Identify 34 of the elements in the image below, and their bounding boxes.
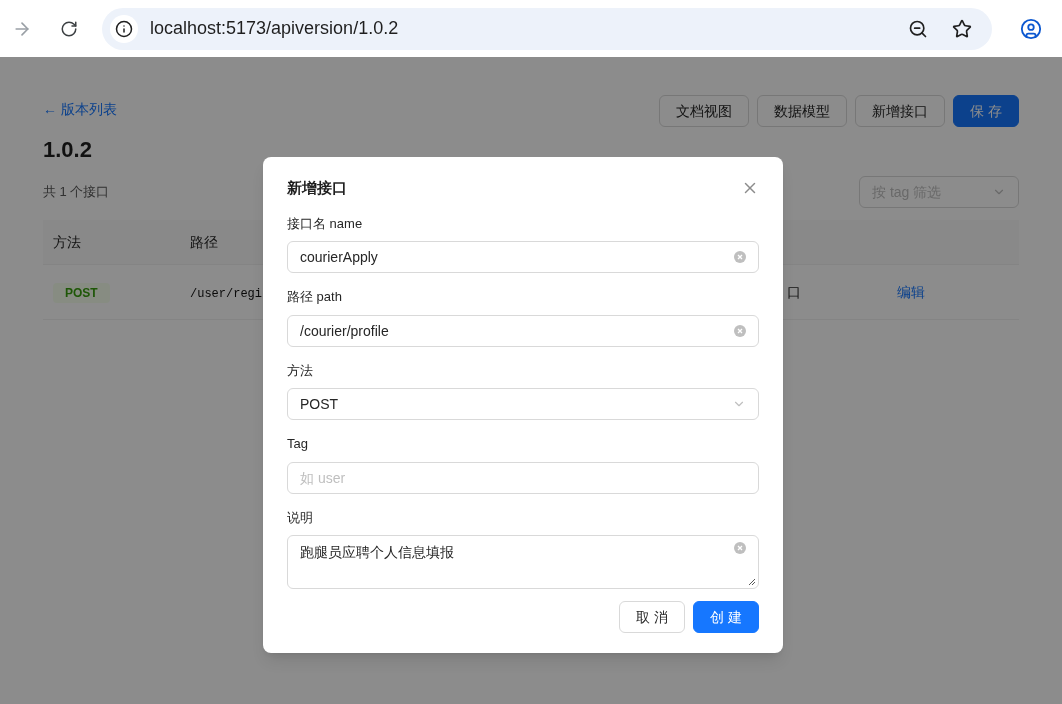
field-label: 方法 [287, 361, 314, 380]
action-button[interactable]: 取 消 [619, 601, 686, 633]
back-link[interactable]: ← 版本列表 [43, 99, 117, 119]
version-title: 1.0.2 [43, 136, 93, 164]
action-button[interactable]: 创 建 [693, 601, 759, 633]
url-text: localhost:5173/apiversion/1.0.2 [150, 17, 400, 40]
action-button[interactable]: 文档视图 [659, 95, 750, 127]
field-label: 路径 path [287, 288, 343, 306]
column-header: 方法 [52, 233, 82, 252]
field-label: 接口名 name [287, 214, 364, 233]
dialog-title: 新增接口 [287, 178, 347, 198]
resize-handle-icon[interactable] [748, 578, 756, 586]
star-icon[interactable] [952, 18, 972, 39]
input-field[interactable]: courierApply [287, 241, 759, 273]
table-cell-text: 口 [786, 283, 802, 302]
info-icon[interactable] [115, 19, 133, 38]
field-label: Tag [287, 435, 309, 453]
method-tag: POST [53, 283, 110, 303]
path-cell: /user/regi [190, 287, 262, 301]
action-button[interactable]: 数据模型 [757, 95, 848, 127]
textarea-field[interactable]: 跑腿员应聘个人信息填报 [287, 535, 759, 589]
action-button[interactable]: 保 存 [953, 95, 1019, 127]
edit-link[interactable]: 编辑 [897, 284, 925, 300]
column-header: 路径 [189, 233, 219, 252]
interface-count: 共 1 个接口 [43, 183, 110, 202]
select-field[interactable]: POST [287, 388, 759, 420]
address-bar[interactable]: localhost:5173/apiversion/1.0.2 [102, 7, 992, 50]
reload-icon[interactable] [60, 19, 78, 38]
zoom-out-icon[interactable] [908, 18, 928, 39]
input-field[interactable]: /courier/profile [287, 314, 759, 347]
input-field[interactable]: 如 user [287, 461, 759, 494]
profile-icon[interactable] [1020, 17, 1042, 40]
action-button[interactable]: 新增接口 [855, 95, 946, 127]
field-label: 说明 [287, 508, 314, 527]
